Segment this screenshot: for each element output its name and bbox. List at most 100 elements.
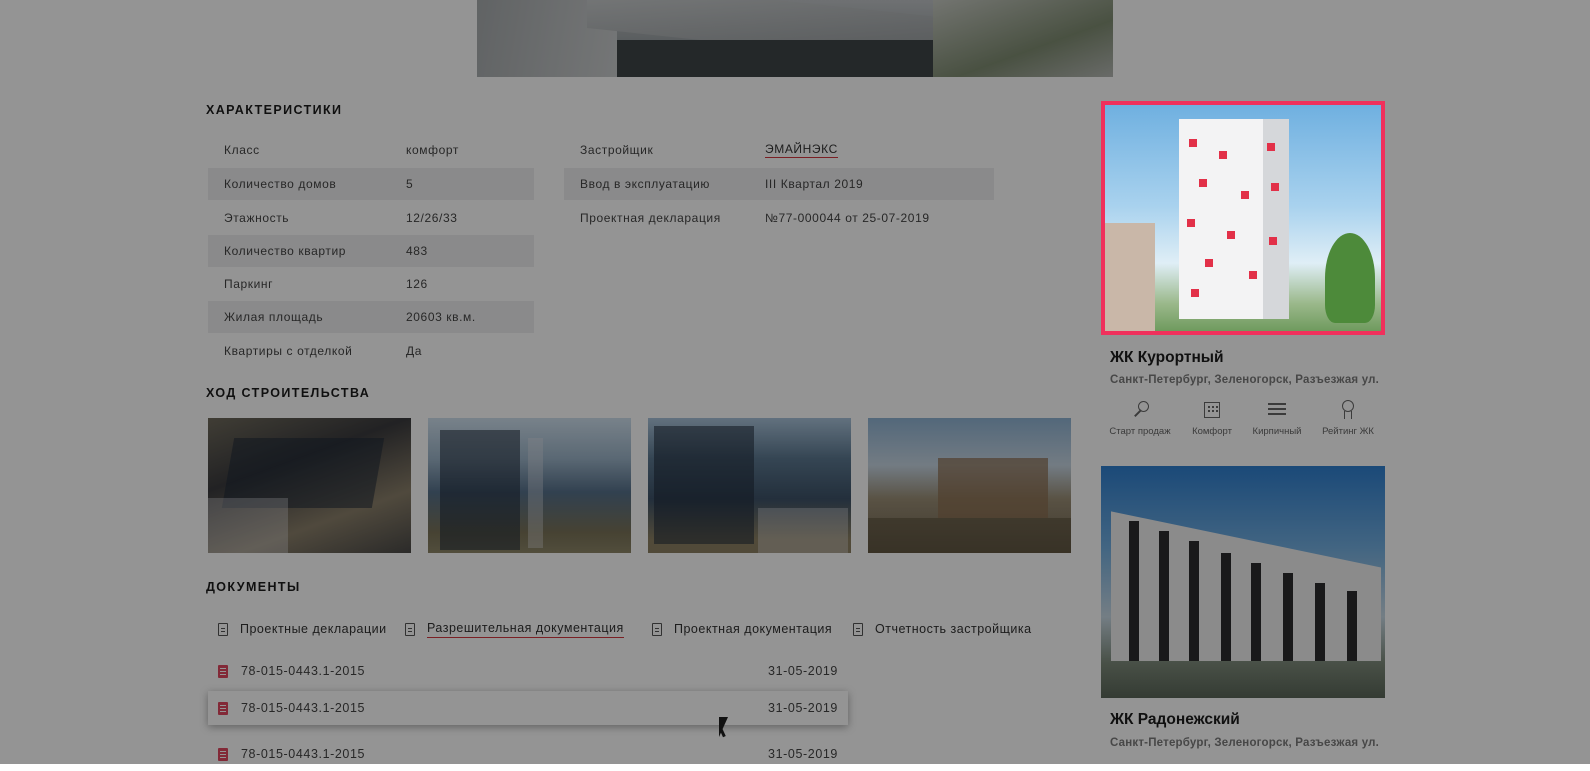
char-label: Проектная декларация — [580, 211, 721, 225]
char-value: Да — [406, 344, 423, 358]
mouse-cursor-icon — [719, 717, 728, 737]
hero-grass — [933, 0, 1113, 77]
char-row-living-area: Жилая площадь 20603 кв.м. — [208, 301, 534, 333]
photo-shape — [654, 426, 754, 544]
feature-label: Комфорт — [1192, 426, 1232, 437]
feature-label: Кирпичный — [1252, 426, 1302, 437]
construction-photo-3[interactable] — [648, 418, 851, 553]
card-kurortny-title[interactable]: ЖК Курортный — [1110, 349, 1224, 367]
tab-label: Отчетность застройщика — [875, 622, 1032, 636]
feature-rating: Рейтинг ЖК — [1308, 400, 1388, 437]
document-icon — [218, 622, 228, 636]
char-value: 126 — [406, 277, 428, 291]
image-window — [1191, 289, 1199, 297]
developer-link[interactable]: ЭМАЙНЭКС — [765, 142, 838, 158]
image-window-column — [1251, 563, 1261, 661]
construction-photo-4[interactable] — [868, 418, 1071, 553]
document-date: 31-05-2019 — [768, 701, 838, 715]
feature-label: Старт продаж — [1109, 426, 1171, 437]
image-window-column — [1347, 591, 1357, 661]
document-icon — [405, 622, 415, 636]
document-row[interactable]: 78-015-0443.1-2015 31-05-2019 — [208, 737, 848, 771]
document-icon — [853, 622, 863, 636]
char-row-floors: Этажность 12/26/33 — [208, 202, 534, 234]
image-window — [1187, 219, 1195, 227]
char-label: Этажность — [224, 211, 290, 225]
char-label: Количество квартир — [224, 244, 347, 258]
tab-project-declarations[interactable]: Проектные декларации — [218, 619, 387, 639]
feature-sales-start: Старт продаж — [1100, 400, 1180, 437]
image-long-building — [1111, 511, 1381, 661]
feature-label: Рейтинг ЖК — [1322, 426, 1374, 437]
image-old-building — [1105, 223, 1155, 331]
construction-title: ХОД СТРОИТЕЛЬСТВА — [206, 386, 371, 400]
tab-label: Проектные декларации — [240, 622, 387, 636]
image-window — [1189, 139, 1197, 147]
award-icon — [1337, 400, 1359, 420]
char-label: Количество домов — [224, 177, 337, 191]
characteristics-title: ХАРАКТЕРИСТИКИ — [206, 103, 343, 117]
tab-label: Разрешительная документация — [427, 621, 624, 638]
card-radonezhsky-image[interactable] — [1101, 466, 1385, 698]
card-radonezhsky-address: Санкт-Петербург, Зеленогорск, Разъезжая … — [1110, 737, 1380, 749]
document-date: 31-05-2019 — [768, 664, 838, 678]
card-radonezhsky-title[interactable]: ЖК Радонежский — [1110, 711, 1240, 729]
construction-photo-2[interactable] — [428, 418, 631, 553]
image-window — [1205, 259, 1213, 267]
photo-shape — [528, 438, 543, 548]
feature-brick: Кирпичный — [1237, 400, 1317, 437]
char-label: Ввод в эксплуатацию — [580, 177, 710, 191]
hero-photo — [477, 0, 1113, 77]
photo-shape — [868, 518, 1071, 553]
document-date: 31-05-2019 — [768, 747, 838, 761]
char-row-finishing: Квартиры с отделкой Да — [208, 335, 534, 367]
char-row-commissioning: Ввод в эксплуатацию III Квартал 2019 — [564, 168, 994, 200]
char-value: 5 — [406, 177, 414, 191]
photo-shape — [938, 458, 1048, 518]
image-window-column — [1159, 531, 1169, 661]
documents-title: ДОКУМЕНТЫ — [206, 580, 301, 594]
char-value: 12/26/33 — [406, 211, 458, 225]
image-window — [1271, 183, 1279, 191]
building-icon — [1201, 400, 1223, 420]
document-row[interactable]: 78-015-0443.1-2015 31-05-2019 — [208, 691, 848, 725]
document-name: 78-015-0443.1-2015 — [241, 747, 366, 761]
photo-shape — [440, 430, 520, 550]
image-window-column — [1315, 583, 1325, 661]
tab-permit-documentation[interactable]: Разрешительная документация — [405, 619, 624, 639]
card-kurortny-image-highlight[interactable] — [1101, 101, 1385, 335]
document-icon — [652, 622, 662, 636]
card-kurortny-address: Санкт-Петербург, Зеленогорск, Разъезжая … — [1110, 374, 1380, 386]
photo-shape — [758, 508, 848, 553]
image-window — [1241, 191, 1249, 199]
char-label: Застройщик — [580, 143, 654, 157]
char-row-developer: Застройщик ЭМАЙНЭКС — [564, 134, 994, 166]
char-label: Паркинг — [224, 277, 274, 291]
char-value: III Квартал 2019 — [765, 177, 864, 191]
pdf-icon — [218, 664, 228, 678]
char-row-parking: Паркинг 126 — [208, 268, 534, 300]
document-row[interactable]: 78-015-0443.1-2015 31-05-2019 — [208, 654, 848, 688]
char-row-apartments: Количество квартир 483 — [208, 235, 534, 267]
char-value: 20603 кв.м. — [406, 310, 476, 324]
tab-developer-reports[interactable]: Отчетность застройщика — [853, 619, 1032, 639]
pdf-icon — [218, 701, 228, 715]
image-window — [1267, 143, 1275, 151]
image-window-column — [1129, 521, 1139, 661]
pdf-icon — [218, 747, 228, 761]
key-icon — [1129, 400, 1151, 420]
construction-photo-1[interactable] — [208, 418, 411, 553]
char-value: №77-000044 от 25-07-2019 — [765, 211, 930, 225]
image-window — [1199, 179, 1207, 187]
image-window-column — [1189, 541, 1199, 661]
char-row-declaration: Проектная декларация №77-000044 от 25-07… — [564, 202, 994, 234]
image-window — [1219, 151, 1227, 159]
image-window — [1227, 231, 1235, 239]
char-value: 483 — [406, 244, 428, 258]
image-tree — [1325, 233, 1375, 323]
tab-project-documentation[interactable]: Проектная документация — [652, 619, 832, 639]
char-value: комфорт — [406, 143, 459, 157]
char-label: Класс — [224, 143, 260, 157]
char-label: Жилая площадь — [224, 310, 324, 324]
brick-icon — [1266, 400, 1288, 420]
